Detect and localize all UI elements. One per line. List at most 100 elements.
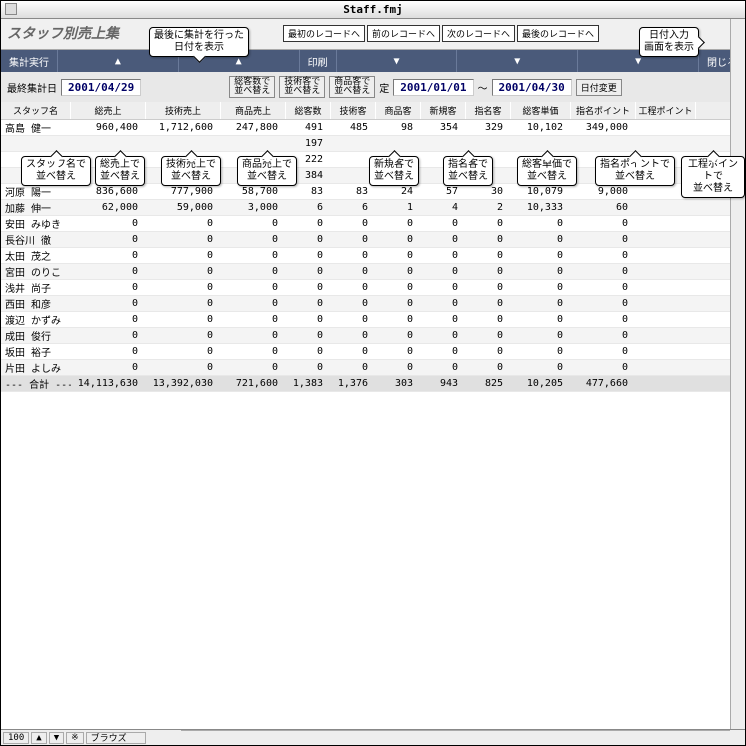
table-row[interactable]: 片田 よしみ0000000000 — [1, 360, 745, 376]
cell: 0 — [376, 266, 421, 277]
total-cell: 1,383 — [286, 378, 331, 389]
cell: 0 — [466, 346, 511, 357]
action-bar: 集計実行 ▲ ▲ 印刷 ▼ ▼ ▼ 閉じる — [1, 50, 745, 72]
vertical-scrollbar[interactable] — [730, 19, 745, 729]
cell: 0 — [421, 234, 466, 245]
cell: 0 — [331, 218, 376, 229]
cell: 0 — [466, 250, 511, 261]
cell: 0 — [376, 346, 421, 357]
print-button[interactable]: 印刷 — [300, 50, 337, 72]
table-row[interactable]: 197 — [1, 136, 745, 152]
cell: 0 — [511, 330, 571, 341]
cell: 0 — [571, 234, 636, 245]
cell: 0 — [71, 218, 146, 229]
column-header-7[interactable]: 新規客 — [421, 102, 466, 119]
cell: 0 — [286, 250, 331, 261]
total-cell: 943 — [421, 378, 466, 389]
column-header-0[interactable]: スタッフ名 — [1, 102, 71, 119]
cell: 6 — [331, 202, 376, 213]
sort-tech-button[interactable]: 技術客で 並べ替え — [279, 76, 325, 98]
column-header-8[interactable]: 指名客 — [466, 102, 511, 119]
column-header-1[interactable]: 総売上 — [71, 102, 146, 119]
last-record-button[interactable]: 最後のレコードへ — [517, 25, 599, 42]
cell: 0 — [421, 282, 466, 293]
sort-cust-button[interactable]: 総客数で 並べ替え — [229, 76, 275, 98]
cell: 0 — [146, 218, 221, 229]
total-cell: 825 — [466, 378, 511, 389]
table-row[interactable]: 加藤 伸一62,00059,0003,0006614210,33360 — [1, 200, 745, 216]
cell: 0 — [466, 218, 511, 229]
cell: 0 — [71, 282, 146, 293]
table-row[interactable]: 宮田 のりこ0000000000 — [1, 264, 745, 280]
horizontal-scrollbar[interactable] — [181, 730, 730, 745]
table-row[interactable]: 渡辺 かずみ0000000000 — [1, 312, 745, 328]
prev-record-button[interactable]: 前のレコードへ — [367, 25, 440, 42]
table-row[interactable]: 西田 和彦0000000000 — [1, 296, 745, 312]
cell: 0 — [571, 218, 636, 229]
cell-name: 渡辺 かずみ — [1, 312, 71, 327]
column-header-3[interactable]: 商品売上 — [221, 102, 286, 119]
callout-date-input: 日付入力 画面を表示 — [639, 27, 699, 57]
column-header-6[interactable]: 商品客 — [376, 102, 421, 119]
nav-arrow-3[interactable]: ▼ — [337, 50, 458, 72]
callout-sort-proc: 工程ポイントで 並べ替え — [681, 156, 745, 198]
cell: 0 — [286, 330, 331, 341]
date-from[interactable]: 2001/01/01 — [393, 79, 473, 96]
sort-prod-button[interactable]: 商品客で 並べ替え — [329, 76, 375, 98]
cell: 10,102 — [511, 122, 571, 133]
column-header-10[interactable]: 指名ポイント — [571, 102, 636, 119]
zoom-in-icon[interactable]: ▼ — [49, 732, 64, 744]
table-row[interactable]: 坂田 裕子0000000000 — [1, 344, 745, 360]
cell: 0 — [146, 282, 221, 293]
nav-arrow-4[interactable]: ▼ — [457, 50, 578, 72]
cell: 0 — [221, 234, 286, 245]
cell: 0 — [221, 362, 286, 373]
cell: 83 — [286, 186, 331, 197]
cell: 0 — [331, 346, 376, 357]
callout-sort-new: 新規客で 並べ替え — [369, 156, 419, 186]
cell: 0 — [221, 346, 286, 357]
callout-sort-named: 指名客で 並べ替え — [443, 156, 493, 186]
cell: 0 — [221, 330, 286, 341]
cell: 0 — [221, 282, 286, 293]
cell: 0 — [511, 218, 571, 229]
table-row[interactable]: 成田 俊行0000000000 — [1, 328, 745, 344]
total-cell: 13,392,030 — [146, 378, 221, 389]
cell: 0 — [71, 250, 146, 261]
cell: 0 — [286, 218, 331, 229]
column-header-2[interactable]: 技術売上 — [146, 102, 221, 119]
table-row[interactable]: 安田 みゆき0000000000 — [1, 216, 745, 232]
table-row[interactable]: 河原 陽一836,600777,90058,700838324573010,07… — [1, 184, 745, 200]
cell: 777,900 — [146, 186, 221, 197]
table-row[interactable]: 高島 健一960,4001,712,600247,800491485983543… — [1, 120, 745, 136]
date-change-button[interactable]: 日付変更 — [576, 79, 622, 96]
cell: 9,000 — [571, 186, 636, 197]
zoom-level[interactable]: 100 — [3, 732, 29, 744]
cell-name: 安田 みゆき — [1, 216, 71, 231]
first-record-button[interactable]: 最初のレコードへ — [283, 25, 365, 42]
table-row[interactable]: 太田 茂之0000000000 — [1, 248, 745, 264]
cell: 0 — [511, 266, 571, 277]
close-icon[interactable] — [5, 3, 17, 15]
cell: 2 — [466, 202, 511, 213]
cell: 0 — [571, 282, 636, 293]
column-header-9[interactable]: 総客単価 — [511, 102, 571, 119]
table-row[interactable]: 浅井 尚子0000000000 — [1, 280, 745, 296]
table-row[interactable]: 長谷川 徹0000000000 — [1, 232, 745, 248]
column-header-11[interactable]: 工程ポイント — [636, 102, 696, 119]
cell: 0 — [286, 298, 331, 309]
zoom-out-icon[interactable]: ▲ — [31, 732, 46, 744]
cell: 0 — [146, 330, 221, 341]
cell: 0 — [146, 298, 221, 309]
column-header-4[interactable]: 総客数 — [286, 102, 331, 119]
date-to[interactable]: 2001/04/30 — [492, 79, 572, 96]
column-header-5[interactable]: 技術客 — [331, 102, 376, 119]
status-icon[interactable]: ※ — [66, 732, 84, 744]
aggregate-button[interactable]: 集計実行 — [1, 50, 58, 72]
cell: 0 — [511, 282, 571, 293]
cell: 1,712,600 — [146, 122, 221, 133]
cell-name: 浅井 尚子 — [1, 280, 71, 295]
cell: 0 — [221, 298, 286, 309]
cell: 0 — [571, 250, 636, 261]
next-record-button[interactable]: 次のレコードへ — [442, 25, 515, 42]
